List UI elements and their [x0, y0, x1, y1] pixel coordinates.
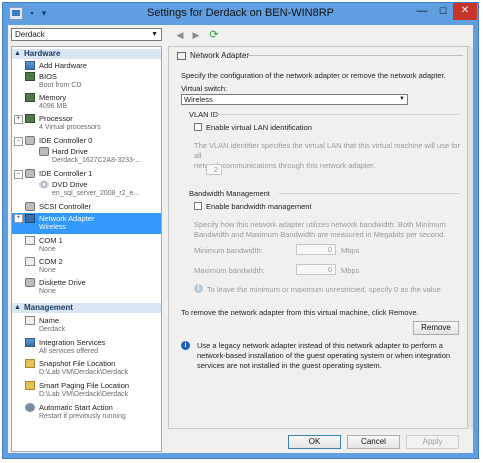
minimum-bandwidth-label: Minimum bandwidth:: [194, 246, 263, 255]
com-port-icon: [25, 236, 35, 245]
vlan-description: The VLAN identifier specifies the virtua…: [194, 141, 460, 170]
tree-item-scsi-controller[interactable]: SCSI Controller: [12, 202, 161, 212]
bandwidth-checkbox-label: Enable bandwidth management: [206, 202, 312, 211]
panel-scrollbar[interactable]: [468, 46, 473, 429]
tree-item-com-1[interactable]: COM 1 None: [12, 236, 161, 255]
minimum-bandwidth-unit: Mbps: [341, 246, 360, 255]
chevron-down-icon: ▼: [151, 31, 158, 38]
ide-controller-icon: [25, 169, 35, 178]
bandwidth-group-title: Bandwidth Management: [189, 189, 270, 198]
vlan-checkbox-label: Enable virtual LAN identification: [206, 123, 312, 132]
forward-arrow-icon[interactable]: ▶: [190, 29, 202, 41]
ok-button[interactable]: OK: [288, 435, 341, 449]
header-divider: [247, 55, 463, 56]
panel-header: Network Adapter: [177, 51, 249, 60]
vlan-id-input[interactable]: 2: [206, 164, 222, 175]
cancel-button[interactable]: Cancel: [347, 435, 400, 449]
vm-select-bar: Derdack ▼: [8, 25, 165, 45]
scsi-controller-icon: [25, 202, 35, 211]
network-adapter-icon: [177, 51, 186, 60]
tree-item-ide-controller-0[interactable]: − IDE Controller 0: [12, 136, 161, 146]
tree-item-smart-paging-file-location[interactable]: Smart Paging File Location D:\Lab VM\Der…: [12, 381, 161, 400]
collapse-icon[interactable]: ▲: [14, 49, 21, 59]
tree-item-integration-services[interactable]: Integration Services All services offere…: [12, 338, 161, 357]
dialog-client: Derdack ▼ ◀ ▶ ⟳ ▲ Hardware Add Hardware …: [8, 25, 473, 453]
start-action-icon: [25, 403, 35, 412]
minimize-button[interactable]: —: [411, 3, 433, 20]
close-button[interactable]: ✕: [453, 3, 477, 20]
legacy-adapter-note: Use a legacy network adapter instead of …: [197, 341, 451, 370]
dvd-drive-icon: [39, 180, 49, 189]
folder-icon: [25, 359, 35, 368]
virtual-switch-label: Virtual switch:: [181, 84, 228, 93]
vlan-checkbox[interactable]: [194, 123, 202, 131]
nav-toolbar: ◀ ▶ ⟳: [168, 25, 473, 45]
tree-item-diskette-drive[interactable]: Diskette Drive None: [12, 278, 161, 297]
tree-item-ide-controller-1[interactable]: − IDE Controller 1: [12, 169, 161, 179]
window-title: Settings for Derdack on BEN-WIN8RP: [146, 7, 335, 19]
vlan-group-divider: [215, 114, 459, 115]
hard-drive-icon: [39, 147, 49, 156]
settings-tree: ▲ Hardware Add Hardware BIOS Boot from C…: [11, 46, 162, 452]
remove-button[interactable]: Remove: [413, 321, 459, 335]
vm-select-value: Derdack: [15, 30, 45, 39]
intro-text: Specify the configuration of the network…: [181, 71, 446, 80]
maximize-button[interactable]: ☐: [433, 3, 453, 20]
tree-item-snapshot-file-location[interactable]: Snapshot File Location D:\Lab VM\Derdack…: [12, 359, 161, 378]
memory-chip-icon: [25, 93, 35, 102]
collapse-minus-icon[interactable]: −: [14, 170, 23, 179]
bandwidth-note: To leave the minimum or maximum unrestri…: [207, 285, 443, 294]
diskette-icon: [25, 278, 35, 287]
refresh-icon[interactable]: ⟳: [208, 29, 220, 41]
chevron-down-icon: ▼: [399, 96, 405, 102]
bandwidth-checkbox[interactable]: [194, 202, 202, 210]
network-adapter-panel: Network Adapter Specify the configuratio…: [168, 46, 468, 429]
network-adapter-icon: [25, 214, 35, 223]
back-arrow-icon[interactable]: ◀: [174, 29, 186, 41]
tree-item-network-adapter[interactable]: + Network Adapter Wireless: [12, 213, 161, 234]
management-section-header[interactable]: ▲ Management: [12, 303, 161, 313]
vlan-group-title: VLAN ID: [189, 110, 219, 119]
maximum-bandwidth-input[interactable]: 0: [296, 264, 336, 275]
virtual-switch-select[interactable]: Wireless ▼: [181, 94, 408, 105]
tree-item-add-hardware[interactable]: Add Hardware: [12, 61, 161, 71]
settings-window: ▪ ▾ Settings for Derdack on BEN-WIN8RP —…: [2, 2, 479, 459]
tree-item-name[interactable]: Name Derdack: [12, 316, 161, 335]
processor-icon: [25, 114, 35, 123]
collapse-minus-icon[interactable]: −: [14, 137, 23, 146]
tree-item-bios[interactable]: BIOS Boot from CD: [12, 72, 161, 91]
info-icon: i: [194, 284, 203, 293]
expand-plus-icon[interactable]: +: [14, 115, 23, 124]
info-icon: i: [181, 341, 190, 350]
remove-instruction: To remove the network adapter from this …: [181, 308, 419, 317]
collapse-icon[interactable]: ▲: [14, 303, 21, 313]
add-hardware-icon: [25, 61, 35, 70]
integration-services-icon: [25, 338, 35, 347]
tree-item-automatic-start-action[interactable]: Automatic Start Action Restart if previo…: [12, 403, 161, 422]
title-bar[interactable]: ▪ ▾ Settings for Derdack on BEN-WIN8RP —…: [3, 3, 478, 25]
minimum-bandwidth-input[interactable]: 0: [296, 244, 336, 255]
name-icon: [25, 316, 35, 325]
expand-plus-icon[interactable]: +: [14, 214, 23, 223]
tree-item-hard-drive[interactable]: Hard Drive Derdack_1627C2A8-3233-...: [12, 147, 161, 166]
tree-item-memory[interactable]: Memory 4096 MB: [12, 93, 161, 112]
vm-select[interactable]: Derdack ▼: [11, 28, 162, 41]
virtual-switch-value: Wireless: [184, 95, 213, 104]
bios-chip-icon: [25, 72, 35, 81]
bandwidth-group-divider: [279, 193, 459, 194]
tree-item-dvd-drive[interactable]: DVD Drive en_sql_server_2008_r2_e...: [12, 180, 161, 199]
bandwidth-description: Specify how this network adapter utilize…: [194, 220, 446, 239]
tree-item-processor[interactable]: + Processor 4 Virtual processors: [12, 114, 161, 133]
folder-icon: [25, 381, 35, 390]
apply-button[interactable]: Apply: [406, 435, 459, 449]
maximum-bandwidth-label: Maximum bandwidth:: [194, 266, 265, 275]
com-port-icon: [25, 257, 35, 266]
ide-controller-icon: [25, 136, 35, 145]
maximum-bandwidth-unit: Mbps: [341, 266, 360, 275]
hardware-section-header[interactable]: ▲ Hardware: [12, 49, 161, 59]
tree-item-com-2[interactable]: COM 2 None: [12, 257, 161, 276]
